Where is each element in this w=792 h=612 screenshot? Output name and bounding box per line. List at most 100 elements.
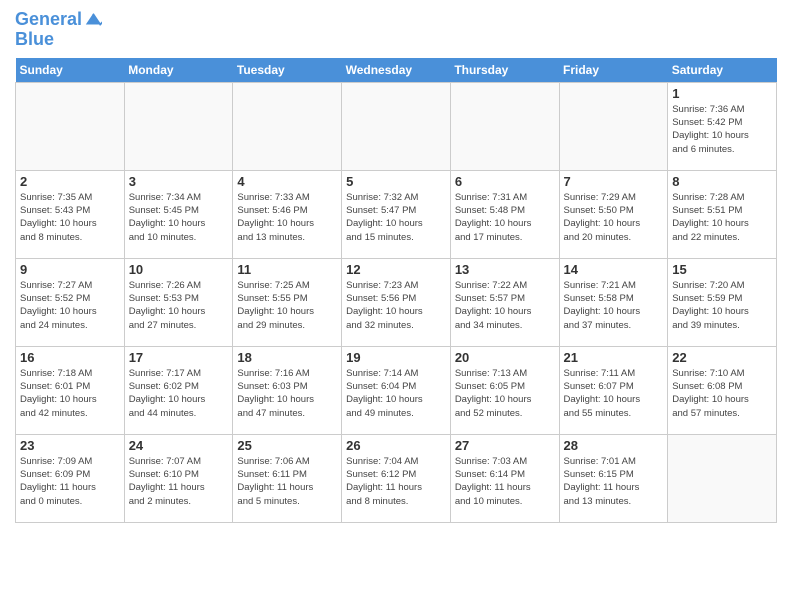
day-info: Sunrise: 7:21 AM Sunset: 5:58 PM Dayligh… — [564, 279, 664, 332]
day-cell: 23 Sunrise: 7:09 AM Sunset: 6:09 PM Dayli… — [16, 434, 125, 522]
day-cell: 22 Sunrise: 7:10 AM Sunset: 6:08 PM Dayli… — [668, 346, 777, 434]
day-info: Sunrise: 7:04 AM Sunset: 6:12 PM Dayligh… — [346, 455, 446, 508]
day-number: 1 — [672, 86, 772, 101]
day-number: 4 — [237, 174, 337, 189]
calendar-header: General Blue — [15, 10, 777, 50]
day-info: Sunrise: 7:28 AM Sunset: 5:51 PM Dayligh… — [672, 191, 772, 244]
day-cell: 27 Sunrise: 7:03 AM Sunset: 6:14 PM Dayli… — [450, 434, 559, 522]
day-number: 19 — [346, 350, 446, 365]
day-cell: 14 Sunrise: 7:21 AM Sunset: 5:58 PM Dayli… — [559, 258, 668, 346]
day-number: 23 — [20, 438, 120, 453]
day-info: Sunrise: 7:17 AM Sunset: 6:02 PM Dayligh… — [129, 367, 229, 420]
day-info: Sunrise: 7:03 AM Sunset: 6:14 PM Dayligh… — [455, 455, 555, 508]
day-cell: 21 Sunrise: 7:11 AM Sunset: 6:07 PM Dayli… — [559, 346, 668, 434]
day-number: 12 — [346, 262, 446, 277]
day-info: Sunrise: 7:32 AM Sunset: 5:47 PM Dayligh… — [346, 191, 446, 244]
day-info: Sunrise: 7:27 AM Sunset: 5:52 PM Dayligh… — [20, 279, 120, 332]
day-number: 8 — [672, 174, 772, 189]
day-number: 10 — [129, 262, 229, 277]
day-number: 13 — [455, 262, 555, 277]
day-cell: 8 Sunrise: 7:28 AM Sunset: 5:51 PM Daylig… — [668, 170, 777, 258]
day-number: 20 — [455, 350, 555, 365]
day-cell: 26 Sunrise: 7:04 AM Sunset: 6:12 PM Dayli… — [342, 434, 451, 522]
day-info: Sunrise: 7:23 AM Sunset: 5:56 PM Dayligh… — [346, 279, 446, 332]
logo-icon — [84, 11, 102, 29]
day-info: Sunrise: 7:33 AM Sunset: 5:46 PM Dayligh… — [237, 191, 337, 244]
day-cell: 5 Sunrise: 7:32 AM Sunset: 5:47 PM Daylig… — [342, 170, 451, 258]
day-cell: 3 Sunrise: 7:34 AM Sunset: 5:45 PM Daylig… — [124, 170, 233, 258]
day-cell: 7 Sunrise: 7:29 AM Sunset: 5:50 PM Daylig… — [559, 170, 668, 258]
header-thursday: Thursday — [450, 58, 559, 83]
day-cell — [342, 82, 451, 170]
day-info: Sunrise: 7:10 AM Sunset: 6:08 PM Dayligh… — [672, 367, 772, 420]
day-number: 15 — [672, 262, 772, 277]
day-number: 25 — [237, 438, 337, 453]
day-info: Sunrise: 7:36 AM Sunset: 5:42 PM Dayligh… — [672, 103, 772, 156]
day-info: Sunrise: 7:29 AM Sunset: 5:50 PM Dayligh… — [564, 191, 664, 244]
day-number: 22 — [672, 350, 772, 365]
day-cell: 15 Sunrise: 7:20 AM Sunset: 5:59 PM Dayli… — [668, 258, 777, 346]
day-cell — [124, 82, 233, 170]
day-info: Sunrise: 7:22 AM Sunset: 5:57 PM Dayligh… — [455, 279, 555, 332]
day-cell: 17Sunrise: 7:17 AM Sunset: 6:02 PM Dayli… — [124, 346, 233, 434]
day-cell: 11 Sunrise: 7:25 AM Sunset: 5:55 PM Dayli… — [233, 258, 342, 346]
day-cell: 13 Sunrise: 7:22 AM Sunset: 5:57 PM Dayli… — [450, 258, 559, 346]
day-info: Sunrise: 7:25 AM Sunset: 5:55 PM Dayligh… — [237, 279, 337, 332]
day-info: Sunrise: 7:09 AM Sunset: 6:09 PM Dayligh… — [20, 455, 120, 508]
calendar-table: Sunday Monday Tuesday Wednesday Thursday… — [15, 58, 777, 523]
day-cell: 4 Sunrise: 7:33 AM Sunset: 5:46 PM Daylig… — [233, 170, 342, 258]
day-number: 11 — [237, 262, 337, 277]
day-number: 16 — [20, 350, 120, 365]
main-container: General Blue Sunday Monday Tuesday We — [0, 0, 792, 528]
day-info: Sunrise: 7:01 AM Sunset: 6:15 PM Dayligh… — [564, 455, 664, 508]
day-number: 5 — [346, 174, 446, 189]
day-info: Sunrise: 7:11 AM Sunset: 6:07 PM Dayligh… — [564, 367, 664, 420]
day-number: 7 — [564, 174, 664, 189]
day-cell: 24Sunrise: 7:07 AM Sunset: 6:10 PM Dayli… — [124, 434, 233, 522]
day-info: Sunrise: 7:14 AM Sunset: 6:04 PM Dayligh… — [346, 367, 446, 420]
day-cell: 18 Sunrise: 7:16 AM Sunset: 6:03 PM Dayli… — [233, 346, 342, 434]
day-number: 9 — [20, 262, 120, 277]
day-info: Sunrise: 7:34 AM Sunset: 5:45 PM Dayligh… — [129, 191, 229, 244]
header-wednesday: Wednesday — [342, 58, 451, 83]
day-cell: 12 Sunrise: 7:23 AM Sunset: 5:56 PM Dayli… — [342, 258, 451, 346]
day-number: 3 — [129, 174, 229, 189]
day-cell: 19 Sunrise: 7:14 AM Sunset: 6:04 PM Dayli… — [342, 346, 451, 434]
day-number: 28 — [564, 438, 664, 453]
logo-text-blue: Blue — [15, 29, 54, 49]
day-info: Sunrise: 7:06 AM Sunset: 6:11 PM Dayligh… — [237, 455, 337, 508]
day-number: 6 — [455, 174, 555, 189]
day-info: Sunrise: 7:31 AM Sunset: 5:48 PM Dayligh… — [455, 191, 555, 244]
day-cell: 10 Sunrise: 7:26 AM Sunset: 5:53 PM Dayli… — [124, 258, 233, 346]
day-number: 14 — [564, 262, 664, 277]
header-saturday: Saturday — [668, 58, 777, 83]
header-tuesday: Tuesday — [233, 58, 342, 83]
day-cell: 25 Sunrise: 7:06 AM Sunset: 6:11 PM Dayli… — [233, 434, 342, 522]
day-cell — [233, 82, 342, 170]
day-info: Sunrise: 7:26 AM Sunset: 5:53 PM Dayligh… — [129, 279, 229, 332]
day-number: 27 — [455, 438, 555, 453]
header-sunday: Sunday — [16, 58, 125, 83]
day-cell — [559, 82, 668, 170]
day-number: 21 — [564, 350, 664, 365]
day-cell: 2 Sunrise: 7:35 AM Sunset: 5:43 PM Daylig… — [16, 170, 125, 258]
day-cell: 6 Sunrise: 7:31 AM Sunset: 5:48 PM Daylig… — [450, 170, 559, 258]
day-info: Sunrise: 7:18 AM Sunset: 6:01 PM Dayligh… — [20, 367, 120, 420]
day-info: Sunrise: 7:20 AM Sunset: 5:59 PM Dayligh… — [672, 279, 772, 332]
day-number: 26 — [346, 438, 446, 453]
header-friday: Friday — [559, 58, 668, 83]
day-cell: 16 Sunrise: 7:18 AM Sunset: 6:01 PM Dayli… — [16, 346, 125, 434]
day-info: Sunrise: 7:16 AM Sunset: 6:03 PM Dayligh… — [237, 367, 337, 420]
day-cell: 28 Sunrise: 7:01 AM Sunset: 6:15 PM Dayli… — [559, 434, 668, 522]
day-cell — [668, 434, 777, 522]
day-info: Sunrise: 7:13 AM Sunset: 6:05 PM Dayligh… — [455, 367, 555, 420]
logo: General Blue — [15, 10, 102, 50]
day-cell: 9 Sunrise: 7:27 AM Sunset: 5:52 PM Daylig… — [16, 258, 125, 346]
day-info: Sunrise: 7:35 AM Sunset: 5:43 PM Dayligh… — [20, 191, 120, 244]
day-number: 24 — [129, 438, 229, 453]
day-cell: 1 Sunrise: 7:36 AM Sunset: 5:42 PM Daylig… — [668, 82, 777, 170]
day-cell — [16, 82, 125, 170]
day-number: 18 — [237, 350, 337, 365]
day-number: 2 — [20, 174, 120, 189]
day-cell: 20 Sunrise: 7:13 AM Sunset: 6:05 PM Dayli… — [450, 346, 559, 434]
